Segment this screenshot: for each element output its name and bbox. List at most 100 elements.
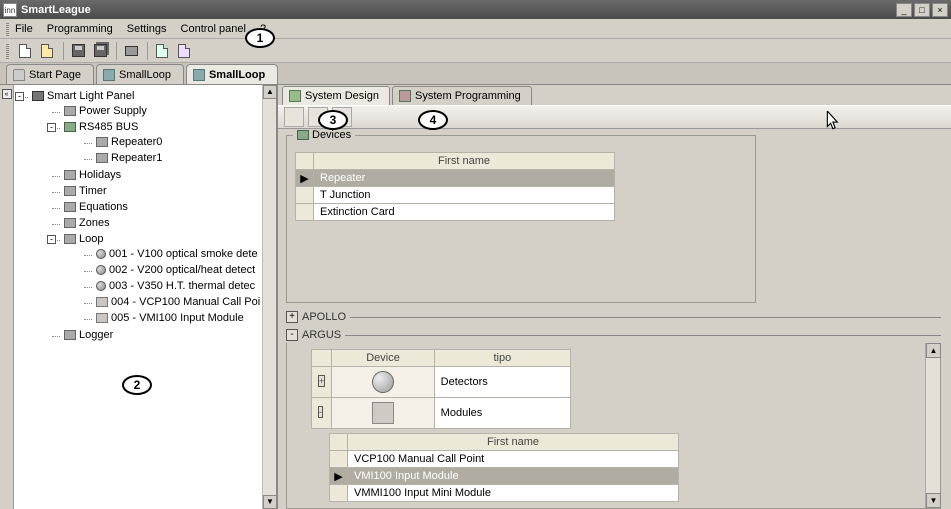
- tab-smallloop-1[interactable]: SmallLoop: [96, 64, 184, 84]
- tree-node-label[interactable]: Holidays: [79, 169, 121, 181]
- tree-scrollbar[interactable]: ▲ ▼: [262, 85, 276, 509]
- argus-col-tipo[interactable]: tipo: [434, 350, 570, 367]
- tab-start-page[interactable]: Start Page: [6, 64, 94, 84]
- tree-node-label[interactable]: Smart Light Panel: [47, 90, 134, 102]
- app-icon: inn: [3, 3, 17, 17]
- table-row[interactable]: + Detectors: [312, 367, 571, 398]
- tree-node-label[interactable]: Zones: [79, 217, 110, 229]
- argus-tipo-cell[interactable]: Detectors: [434, 367, 570, 398]
- tab-label: SmallLoop: [209, 69, 265, 81]
- menu-gripper[interactable]: [6, 22, 9, 36]
- toolbar-sep: [63, 42, 64, 60]
- tree-node-label[interactable]: 002 - V200 optical/heat detect: [109, 264, 255, 276]
- bus-icon: [64, 122, 76, 132]
- collapse-bar: «: [0, 85, 14, 509]
- devices-group: Devices First name ▶ Repeater T Junction…: [286, 135, 756, 303]
- modules-col-firstname[interactable]: First name: [348, 434, 679, 451]
- tree-node-label[interactable]: Equations: [79, 201, 128, 213]
- expander-icon[interactable]: -: [47, 123, 56, 132]
- tab-smallloop-2[interactable]: SmallLoop: [186, 64, 278, 84]
- toolbar-gripper[interactable]: [6, 43, 9, 59]
- tree-node-label[interactable]: Timer: [79, 185, 107, 197]
- item-icon: [64, 218, 76, 228]
- new-button[interactable]: [15, 41, 35, 61]
- devices-cell[interactable]: Extinction Card: [314, 204, 615, 221]
- tab-system-design[interactable]: System Design: [282, 86, 390, 105]
- devices-cell[interactable]: T Junction: [314, 187, 615, 204]
- argus-scrollbar[interactable]: ▲ ▼: [925, 343, 940, 508]
- devices-col-firstname[interactable]: First name: [314, 153, 615, 170]
- table-row[interactable]: VMMI100 Input Mini Module: [330, 485, 679, 502]
- scroll-up-button[interactable]: ▲: [926, 343, 941, 358]
- maximize-button[interactable]: □: [914, 3, 930, 17]
- argus-expander[interactable]: -: [286, 329, 298, 341]
- window-title: SmartLeague: [21, 4, 894, 16]
- design-tool-1[interactable]: [284, 107, 304, 127]
- tree-node-label[interactable]: Power Supply: [79, 105, 147, 117]
- menu-settings[interactable]: Settings: [127, 23, 167, 35]
- tree-pane: « - Smart Light Panel Power Supply - RS4…: [0, 85, 278, 509]
- tree-node-label[interactable]: 001 - V100 optical smoke dete: [109, 248, 258, 260]
- argus-tipo-cell[interactable]: Modules: [434, 398, 570, 429]
- tool-b-button[interactable]: [174, 41, 194, 61]
- argus-device-grid[interactable]: Device tipo + Detectors -: [311, 349, 571, 429]
- tool-a-button[interactable]: [152, 41, 172, 61]
- row-expander[interactable]: -: [318, 406, 323, 418]
- scroll-down-button[interactable]: ▼: [263, 495, 277, 509]
- tree-node-label[interactable]: RS485 BUS: [79, 121, 138, 133]
- save-button[interactable]: [68, 41, 88, 61]
- tree-node-label[interactable]: 004 - VCP100 Manual Call Poi: [111, 296, 260, 308]
- row-header-blank: [330, 434, 348, 451]
- argus-col-device[interactable]: Device: [332, 350, 434, 367]
- argus-content: ▲ ▼ Device tipo + Detectors: [286, 343, 941, 509]
- modules-grid[interactable]: First name VCP100 Manual Call Point ▶ VM…: [329, 433, 679, 502]
- open-button[interactable]: [37, 41, 57, 61]
- devices-cell[interactable]: Repeater: [314, 170, 615, 187]
- tree-node-label[interactable]: Repeater1: [111, 152, 162, 164]
- table-row[interactable]: T Junction: [296, 187, 615, 204]
- print-button[interactable]: [121, 41, 141, 61]
- table-row[interactable]: Extinction Card: [296, 204, 615, 221]
- detector-icon: [372, 371, 394, 393]
- table-row[interactable]: VCP100 Manual Call Point: [330, 451, 679, 468]
- subtabs: System Design System Programming: [278, 85, 951, 105]
- row-expander[interactable]: +: [318, 375, 325, 387]
- tree-node-label[interactable]: Logger: [79, 329, 113, 341]
- menu-control-panel[interactable]: Control panel: [181, 23, 246, 35]
- item-icon: [96, 137, 108, 147]
- minimize-button[interactable]: _: [896, 3, 912, 17]
- row-indicator-icon: ▶: [330, 468, 348, 485]
- scroll-down-button[interactable]: ▼: [926, 493, 941, 508]
- scroll-up-button[interactable]: ▲: [263, 85, 277, 99]
- expander-icon[interactable]: -: [47, 235, 56, 244]
- tree-view[interactable]: - Smart Light Panel Power Supply - RS485…: [14, 85, 262, 509]
- tab-label: Start Page: [29, 69, 81, 81]
- tab-system-programming[interactable]: System Programming: [392, 86, 532, 105]
- apollo-expander[interactable]: +: [286, 311, 298, 323]
- table-row[interactable]: ▶ VMI100 Input Module: [330, 468, 679, 485]
- close-button[interactable]: ×: [932, 3, 948, 17]
- menu-bar: File Programming Settings Control panel …: [0, 19, 951, 39]
- table-row[interactable]: ▶ Repeater: [296, 170, 615, 187]
- panel-icon: [32, 91, 44, 101]
- devices-grid[interactable]: First name ▶ Repeater T Junction Extinct…: [295, 152, 615, 221]
- menu-programming[interactable]: Programming: [47, 23, 113, 35]
- tree-node-label[interactable]: 005 - VMI100 Input Module: [111, 312, 244, 324]
- table-row[interactable]: - Modules: [312, 398, 571, 429]
- item-icon: [64, 234, 76, 244]
- modules-cell[interactable]: VMMI100 Input Mini Module: [348, 485, 679, 502]
- tree-node-label[interactable]: Repeater0: [111, 136, 162, 148]
- argus-label[interactable]: ARGUS: [302, 329, 341, 341]
- modules-cell[interactable]: VMI100 Input Module: [348, 468, 679, 485]
- expander-icon[interactable]: -: [15, 92, 24, 101]
- accordion-line: [345, 335, 941, 336]
- tree-node-label[interactable]: 003 - V350 H.T. thermal detec: [109, 280, 255, 292]
- modules-cell[interactable]: VCP100 Manual Call Point: [348, 451, 679, 468]
- tab-label: System Design: [305, 90, 379, 102]
- detector-icon: [96, 249, 106, 259]
- menu-file[interactable]: File: [15, 23, 33, 35]
- save-all-button[interactable]: [90, 41, 110, 61]
- collapse-button[interactable]: «: [2, 89, 12, 99]
- tree-node-label[interactable]: Loop: [79, 233, 103, 245]
- apollo-label[interactable]: APOLLO: [302, 311, 346, 323]
